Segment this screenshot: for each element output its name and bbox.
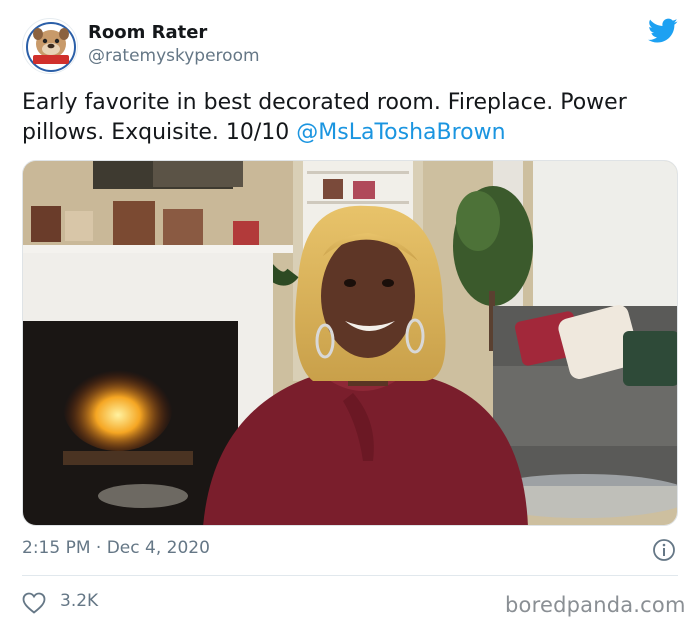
info-icon[interactable]: [652, 538, 676, 562]
like-count: 3.2K: [60, 591, 99, 611]
video-frame-image: [23, 161, 677, 525]
tweet-card: Room Rater @ratemyskyperoom Early favori…: [0, 0, 700, 629]
tweet-text: Early favorite in best decorated room. F…: [22, 88, 672, 148]
tweet-timestamp[interactable]: 2:15 PM · Dec 4, 2020: [22, 538, 210, 558]
tweet-media-video[interactable]: [22, 160, 678, 526]
author-display-name[interactable]: Room Rater: [88, 22, 207, 43]
mention-link[interactable]: @MsLaToshaBrown: [296, 120, 505, 145]
twitter-bird-icon[interactable]: [648, 18, 678, 44]
author-handle[interactable]: @ratemyskyperoom: [88, 46, 260, 66]
author-avatar[interactable]: [22, 18, 78, 74]
bulldog-logo-icon: [24, 20, 77, 73]
divider: [22, 575, 678, 576]
heart-icon[interactable]: [22, 592, 46, 614]
watermark-text: boredpanda.com: [505, 593, 686, 617]
